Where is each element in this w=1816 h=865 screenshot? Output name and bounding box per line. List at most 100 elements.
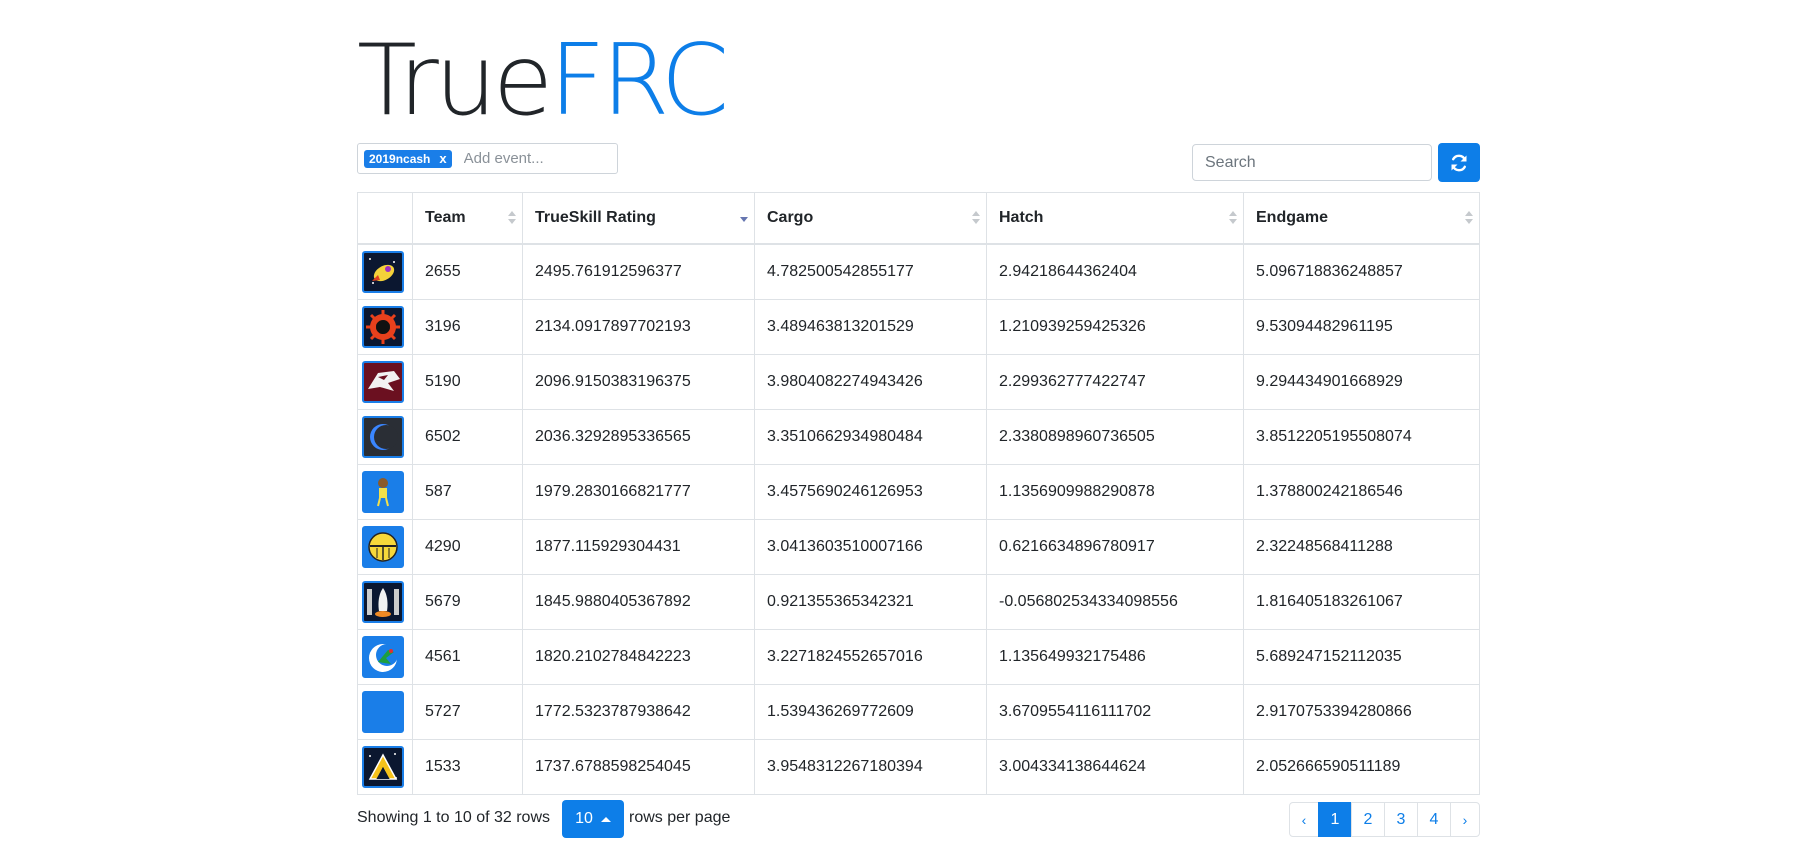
column-header-label: TrueSkill Rating [535, 209, 656, 226]
sort-icon [1465, 211, 1473, 225]
team-number[interactable]: 3196 [412, 299, 523, 355]
team-logo-cell [357, 684, 413, 740]
hatch-value: 1.210939259425326 [986, 299, 1244, 355]
table-row: 4561 1820.2102784842223 3.22718245526570… [357, 629, 1480, 685]
endgame-value: 1.378800242186546 [1243, 464, 1480, 520]
team-logo-cell [357, 243, 413, 300]
team-number[interactable]: 5727 [412, 684, 523, 740]
column-header-label: Team [425, 209, 466, 226]
pagination-info: Showing 1 to 10 of 32 rows [357, 809, 551, 826]
table-row: 4290 1877.115929304431 3.041360351000716… [357, 519, 1480, 575]
team-logo-cell [357, 354, 413, 410]
page-next-button[interactable]: › [1450, 802, 1480, 837]
team-logo-cell [357, 629, 413, 685]
hatch-value: 3.6709554116111702 [986, 684, 1244, 740]
column-header-logo [357, 192, 413, 245]
space-shuttle-icon [362, 581, 404, 623]
trueskill-value: 2036.3292895336565 [522, 409, 755, 465]
cargo-value: 3.2271824552657016 [754, 629, 987, 685]
column-header-trueskill[interactable]: TrueSkill Rating [522, 192, 755, 245]
endgame-value: 5.689247152112035 [1243, 629, 1480, 685]
cargo-value: 3.4575690246126953 [754, 464, 987, 520]
refresh-icon [1451, 154, 1467, 171]
page-1-button[interactable]: 1 [1318, 802, 1352, 837]
sort-icon [972, 211, 980, 225]
caret-up-icon [600, 816, 611, 822]
trueskill-value: 2134.0917897702193 [522, 299, 755, 355]
column-header-label: Endgame [1256, 209, 1329, 226]
team-logo-cell [357, 574, 413, 630]
table-row: 3196 2134.0917897702193 3.48946381320152… [357, 299, 1480, 355]
page-3-button[interactable]: 3 [1384, 802, 1418, 837]
trueskill-value: 1877.115929304431 [522, 519, 755, 575]
page-prev-button[interactable]: ‹ [1289, 802, 1319, 837]
rocket-flame-icon [362, 251, 404, 293]
trueskill-value: 2096.9150383196375 [522, 354, 755, 410]
team-logo-cell [357, 739, 413, 795]
pagination: ‹ 1 2 3 4 › [1289, 802, 1480, 837]
team-number[interactable]: 6502 [412, 409, 523, 465]
brand-logo: TrueFRC [357, 26, 729, 136]
endgame-value: 2.052666590511189 [1243, 739, 1480, 795]
trueskill-value: 1979.2830166821777 [522, 464, 755, 520]
wolf-head-icon [362, 361, 404, 403]
team-number[interactable]: 1533 [412, 739, 523, 795]
column-header-team[interactable]: Team [412, 192, 523, 245]
cargo-value: 0.921355365342321 [754, 574, 987, 630]
cargo-value: 1.539436269772609 [754, 684, 987, 740]
column-header-hatch[interactable]: Hatch [986, 192, 1244, 245]
table-row: 5190 2096.9150383196375 3.98040822749434… [357, 354, 1480, 410]
cargo-value: 3.9804082274943426 [754, 354, 987, 410]
column-header-label: Cargo [767, 209, 814, 226]
team-logo-cell [357, 409, 413, 465]
team-number[interactable]: 2655 [412, 243, 523, 300]
event-tag: 2019ncash x [364, 149, 452, 168]
trueskill-value: 2495.761912596377 [522, 243, 755, 300]
eclipse-moon-icon [362, 416, 404, 458]
knight-helmet-icon [362, 526, 404, 568]
cargo-value: 3.3510662934980484 [754, 409, 987, 465]
trueskill-value: 1845.9880405367892 [522, 574, 755, 630]
team-number[interactable]: 5679 [412, 574, 523, 630]
refresh-button[interactable] [1438, 143, 1480, 182]
page-2-button[interactable]: 2 [1351, 802, 1385, 837]
endgame-value: 9.53094482961195 [1243, 299, 1480, 355]
trueskill-value: 1772.5323787938642 [522, 684, 755, 740]
team-number[interactable]: 4561 [412, 629, 523, 685]
team-logo-cell [357, 464, 413, 520]
rankings-table: Team TrueSkill Rating Cargo Hatch Endgam… [357, 192, 1480, 795]
search-input[interactable] [1192, 144, 1432, 181]
endgame-value: 2.32248568411288 [1243, 519, 1480, 575]
event-tag-remove-button[interactable]: x [439, 151, 446, 166]
table-row: 6502 2036.3292895336565 3.35106629349804… [357, 409, 1480, 465]
add-event-input[interactable] [461, 149, 596, 168]
column-header-endgame[interactable]: Endgame [1243, 192, 1480, 245]
cargo-value: 3.9548312267180394 [754, 739, 987, 795]
column-header-cargo[interactable]: Cargo [754, 192, 987, 245]
hatch-value: 1.1356909988290878 [986, 464, 1244, 520]
team-number[interactable]: 587 [412, 464, 523, 520]
rows-per-page-label: rows per page [629, 809, 731, 826]
table-row: 2655 2495.761912596377 4.782500542855177… [357, 243, 1480, 300]
table-footer: Showing 1 to 10 of 32 rows 10 rows per p… [357, 800, 1480, 840]
endgame-value: 9.294434901668929 [1243, 354, 1480, 410]
page-4-button[interactable]: 4 [1417, 802, 1451, 837]
table-row: 5727 1772.5323787938642 1.53943626977260… [357, 684, 1480, 740]
hatch-value: 1.135649932175486 [986, 629, 1244, 685]
endgame-value: 3.8512205195508074 [1243, 409, 1480, 465]
event-tag-label: 2019ncash [369, 151, 431, 166]
hatch-value: -0.056802534334098556 [986, 574, 1244, 630]
team-number[interactable]: 5190 [412, 354, 523, 410]
event-tag-input[interactable]: 2019ncash x [357, 143, 618, 174]
table-row: 1533 1737.6788598254045 3.95483122671803… [357, 739, 1480, 795]
trueskill-value: 1820.2102784842223 [522, 629, 755, 685]
triforce-icon [362, 746, 404, 788]
page-size-dropdown[interactable]: 10 [562, 800, 624, 838]
cargo-value: 4.782500542855177 [754, 243, 987, 300]
cargo-value: 3.0413603510007166 [754, 519, 987, 575]
page-size-value: 10 [575, 810, 593, 827]
team-logo-cell [357, 299, 413, 355]
endgame-value: 2.9170753394280866 [1243, 684, 1480, 740]
endgame-value: 5.096718836248857 [1243, 243, 1480, 300]
team-number[interactable]: 4290 [412, 519, 523, 575]
